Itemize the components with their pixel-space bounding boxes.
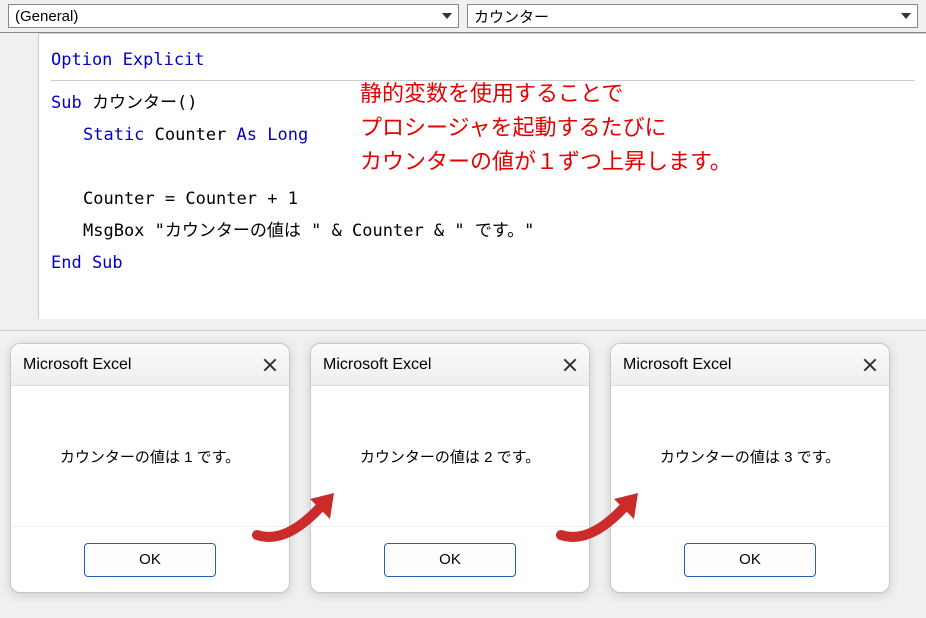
ok-button[interactable]: OK <box>84 543 216 577</box>
close-icon[interactable] <box>861 356 879 374</box>
object-dropdown-label: (General) <box>15 8 78 25</box>
msgbox-dialog: Microsoft Excel カウンターの値は 2 です。 OK <box>310 343 590 593</box>
ok-button[interactable]: OK <box>684 543 816 577</box>
object-dropdown[interactable]: (General) <box>8 4 459 28</box>
dialog-titlebar: Microsoft Excel <box>311 344 589 386</box>
code-token: Counter <box>144 125 236 145</box>
dialog-footer: OK <box>311 526 589 592</box>
dialog-titlebar: Microsoft Excel <box>11 344 289 386</box>
annotation-line: プロシージャを起動するたびに <box>360 111 732 145</box>
dialog-body: カウンターの値は 2 です。 <box>311 386 589 526</box>
dialogs-area: Microsoft Excel カウンターの値は 1 です。 OK Micros… <box>0 330 926 618</box>
dialog-message: カウンターの値は 3 です。 <box>660 446 840 467</box>
code-token: As Long <box>237 125 309 145</box>
msgbox-dialog: Microsoft Excel カウンターの値は 3 です。 OK <box>610 343 890 593</box>
dialog-body: カウンターの値は 3 です。 <box>611 386 889 526</box>
code-line: Counter = Counter + 1 <box>83 189 298 209</box>
procedure-dropdown[interactable]: カウンター <box>467 4 918 28</box>
close-icon[interactable] <box>261 356 279 374</box>
dialog-footer: OK <box>11 526 289 592</box>
dialog-title-text: Microsoft Excel <box>23 356 131 374</box>
annotation-line: カウンターの値が１ずつ上昇します。 <box>360 145 732 179</box>
dialog-footer: OK <box>611 526 889 592</box>
code-token: カウンター() <box>82 93 198 113</box>
annotation-text: 静的変数を使用することで プロシージャを起動するたびに カウンターの値が１ずつ上… <box>360 77 732 179</box>
dialog-body: カウンターの値は 1 です。 <box>11 386 289 526</box>
code-line: Option Explicit <box>51 50 205 70</box>
dialog-title-text: Microsoft Excel <box>323 356 431 374</box>
close-icon[interactable] <box>561 356 579 374</box>
code-line: MsgBox "カウンターの値は " & Counter & " です。" <box>83 221 534 241</box>
dialog-titlebar: Microsoft Excel <box>611 344 889 386</box>
annotation-line: 静的変数を使用することで <box>360 77 732 111</box>
dialog-message: カウンターの値は 2 です。 <box>360 446 540 467</box>
dialog-message: カウンターの値は 1 です。 <box>60 446 240 467</box>
procedure-dropdown-label: カウンター <box>474 6 549 27</box>
ok-button[interactable]: OK <box>384 543 516 577</box>
chevron-down-icon <box>901 13 911 19</box>
code-line: End Sub <box>51 253 123 273</box>
code-token: Sub <box>51 93 82 113</box>
dropdown-bar: (General) カウンター <box>0 0 926 33</box>
code-token: Static <box>83 125 144 145</box>
msgbox-dialog: Microsoft Excel カウンターの値は 1 です。 OK <box>10 343 290 593</box>
chevron-down-icon <box>442 13 452 19</box>
dialog-title-text: Microsoft Excel <box>623 356 731 374</box>
